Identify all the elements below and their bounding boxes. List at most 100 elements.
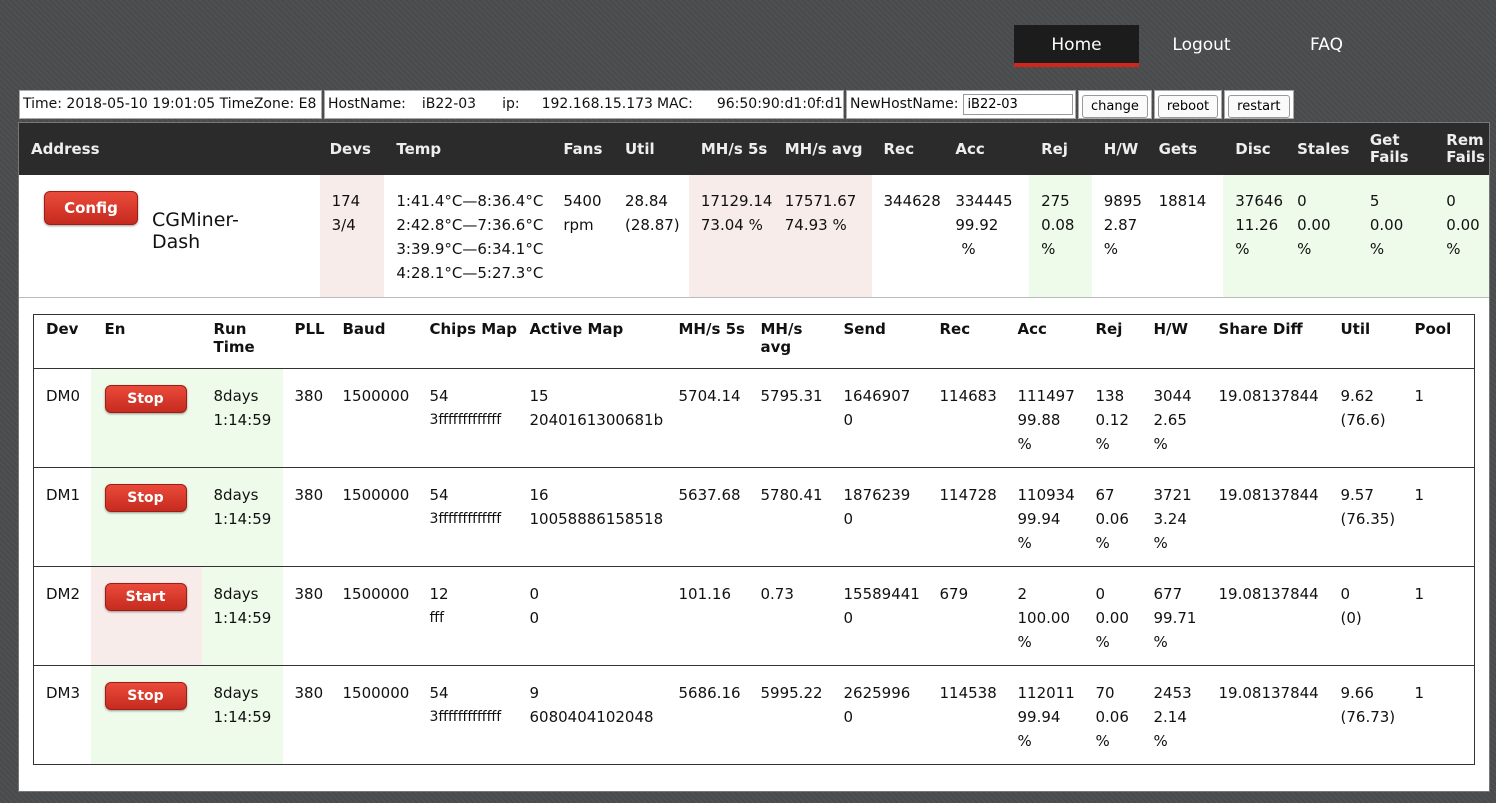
remfails-cell: 0 0.00% bbox=[1442, 175, 1489, 298]
dev-runtime-cell: 8days 1:14:59 bbox=[201, 665, 283, 765]
dcol-rej: Rej bbox=[1091, 314, 1150, 369]
col-util: Util bbox=[620, 123, 689, 175]
dev-en-cell: Stop bbox=[90, 665, 202, 765]
main-panel: Address Devs Temp Fans Util MH/s 5s MH/s… bbox=[18, 122, 1490, 792]
dev-hw: 677 bbox=[1153, 585, 1183, 603]
dev-pll-cell: 380 bbox=[282, 566, 339, 666]
dev-mhsavg-cell: 0.73 bbox=[756, 566, 840, 666]
new-hostname-input[interactable] bbox=[963, 93, 1074, 115]
dev-chips-map: 3fffffffffffff bbox=[429, 412, 502, 428]
getfails-pct: 0.00 bbox=[1369, 216, 1404, 234]
dev-send-cell: 1646907 0 bbox=[839, 368, 936, 468]
dcol-baud: Baud bbox=[338, 314, 426, 369]
nav-logout[interactable]: Logout bbox=[1139, 25, 1264, 67]
dev-active-cell: 16 10058886158518 bbox=[525, 467, 675, 567]
dev-active-map: 6080404102048 bbox=[529, 708, 654, 726]
devs-active: 3/4 bbox=[331, 216, 356, 234]
dev-chips-map: fff bbox=[429, 610, 445, 626]
new-hostname-box: NewHostName: bbox=[846, 90, 1076, 119]
dev-util-cell: 0 (0) bbox=[1336, 566, 1411, 666]
dcol-util: Util bbox=[1336, 314, 1411, 369]
dev-acc-unit: % bbox=[1017, 534, 1032, 552]
change-button[interactable]: change bbox=[1082, 95, 1148, 118]
dev-toggle-button[interactable]: Stop bbox=[104, 385, 187, 413]
devs-cell: 174 3/4 bbox=[319, 175, 385, 298]
dev-baud: 1500000 bbox=[342, 387, 410, 405]
dev-pool-cell: 1 bbox=[1410, 467, 1475, 567]
dev-diff-cell: 19.08137844 bbox=[1214, 368, 1337, 468]
dev-acc-unit: % bbox=[1017, 732, 1032, 750]
dev-mhsavg-cell: 5995.22 bbox=[756, 665, 840, 765]
dev-util-avg: (76.6) bbox=[1340, 411, 1386, 429]
mhs5s-value: 17129.14 bbox=[700, 192, 773, 210]
dev-mhs5s: 5686.16 bbox=[678, 684, 741, 702]
time-display: Time: 2018-05-10 19:01:05 TimeZone: E8 bbox=[19, 90, 322, 119]
dev-runtime-time: 1:14:59 bbox=[213, 609, 272, 627]
dev-baud: 1500000 bbox=[342, 684, 410, 702]
stales-cell: 0 0.00% bbox=[1293, 175, 1366, 298]
dev-chips-count: 12 bbox=[429, 585, 449, 603]
dcol-en: En bbox=[90, 314, 202, 369]
dev-chips-count: 54 bbox=[429, 387, 449, 405]
dev-toggle-button[interactable]: Stop bbox=[104, 484, 187, 512]
restart-button[interactable]: restart bbox=[1228, 95, 1290, 118]
mhsavg-cell: 17571.67 74.93 % bbox=[780, 175, 872, 298]
dev-diff-cell: 19.08137844 bbox=[1214, 467, 1337, 567]
dev-pll-cell: 380 bbox=[282, 665, 339, 765]
dev-active-cell: 15 2040161300681b bbox=[525, 368, 675, 468]
dev-toggle-button[interactable]: Stop bbox=[104, 682, 187, 710]
gets-value: 18814 bbox=[1158, 192, 1207, 210]
dev-util-avg: (76.73) bbox=[1340, 708, 1396, 726]
hw-pct: 2.87 bbox=[1103, 216, 1138, 234]
dev-util-avg: (0) bbox=[1340, 609, 1362, 627]
dev-hw-cell: 3044 2.65% bbox=[1149, 368, 1215, 468]
dev-send-err: 0 bbox=[843, 411, 854, 429]
temp-cell: 1:41.4°C—8:36.4°C 2:42.8°C—7:36.6°C 3:39… bbox=[384, 175, 560, 298]
temp-line: 3:39.9°C—6:34.1°C bbox=[396, 240, 544, 258]
summary-header-row: Address Devs Temp Fans Util MH/s 5s MH/s… bbox=[19, 123, 1489, 175]
dev-mhs5s: 5637.68 bbox=[678, 486, 741, 504]
dev-util: 9.66 bbox=[1340, 684, 1374, 702]
dcol-dev: Dev bbox=[33, 314, 91, 369]
rej-cell: 275 0.08% bbox=[1029, 175, 1092, 298]
dev-rej: 0 bbox=[1095, 585, 1106, 603]
dev-send: 15589441 bbox=[843, 585, 920, 603]
dev-hw-unit: % bbox=[1153, 534, 1168, 552]
dev-acc: 112011 bbox=[1017, 684, 1075, 702]
dev-rec-cell: 679 bbox=[935, 566, 1014, 666]
dev-chips-cell: 12 fff bbox=[425, 566, 526, 666]
dev-baud-cell: 1500000 bbox=[338, 566, 426, 666]
nav-home[interactable]: Home bbox=[1014, 25, 1139, 67]
dcol-rec: Rec bbox=[935, 314, 1014, 369]
dev-active-count: 9 bbox=[529, 684, 540, 702]
dev-pll-cell: 380 bbox=[282, 368, 339, 468]
dev-rej-cell: 138 0.12% bbox=[1091, 368, 1150, 468]
dev-pll: 380 bbox=[294, 387, 324, 405]
dev-pool: 1 bbox=[1414, 585, 1425, 603]
stales-unit: % bbox=[1297, 240, 1312, 258]
dev-hw-pct: 2.65 bbox=[1153, 411, 1187, 429]
hw-value: 9895 bbox=[1103, 192, 1142, 210]
dev-hw: 2453 bbox=[1153, 684, 1192, 702]
remfails-unit: % bbox=[1446, 240, 1461, 258]
col-fans: Fans bbox=[559, 123, 621, 175]
dcol-runtime: Run Time bbox=[201, 314, 283, 369]
dcol-mhs5s: MH/s 5s bbox=[674, 314, 757, 369]
summary-row: Config CGMiner-Dash 174 3/4 1:41.4°C—8:36… bbox=[19, 175, 1489, 298]
config-button[interactable]: Config bbox=[44, 191, 138, 225]
dev-baud-cell: 1500000 bbox=[338, 467, 426, 567]
dev-chips-cell: 54 3fffffffffffff bbox=[425, 467, 526, 567]
miner-name: CGMiner-Dash bbox=[152, 209, 239, 253]
mhsavg-pct: 74.93 % bbox=[784, 216, 847, 234]
dev-chips-map: 3fffffffffffff bbox=[429, 709, 502, 725]
dev-pool-cell: 1 bbox=[1410, 665, 1475, 765]
dev-acc-cell: 111497 99.88% bbox=[1013, 368, 1092, 468]
dev-id: DM2 bbox=[33, 566, 91, 666]
dev-acc-unit: % bbox=[1017, 435, 1032, 453]
dev-toggle-button[interactable]: Start bbox=[104, 583, 187, 611]
dev-chips-cell: 54 3fffffffffffff bbox=[425, 368, 526, 468]
reboot-button[interactable]: reboot bbox=[1157, 95, 1219, 118]
config-cell: Config bbox=[19, 175, 138, 298]
nav-faq[interactable]: FAQ bbox=[1264, 25, 1389, 67]
restart-box: restart bbox=[1224, 90, 1294, 119]
